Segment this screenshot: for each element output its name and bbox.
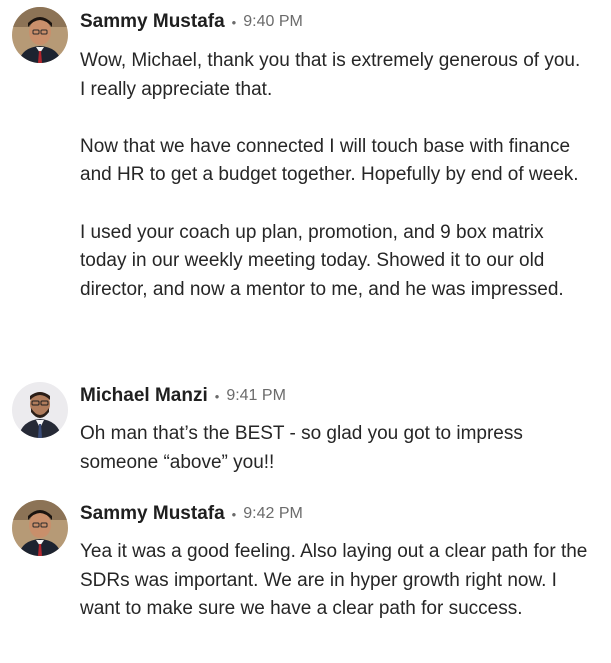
avatar[interactable] [12, 500, 68, 556]
profile-photo-icon [12, 500, 68, 556]
sender-name[interactable]: Michael Manzi [80, 385, 208, 407]
message-thread: Sammy Mustafa • 9:40 PM Wow, Michael, th… [0, 0, 611, 663]
message-header: Michael Manzi • 9:41 PM [80, 383, 286, 409]
message-paragraph: I used your coach up plan, promotion, an… [80, 221, 564, 300]
message-header: Sammy Mustafa • 9:40 PM [80, 9, 303, 35]
timestamp: 9:41 PM [226, 387, 286, 404]
separator-dot: • [214, 388, 220, 404]
sender-name[interactable]: Sammy Mustafa [80, 503, 225, 525]
sender-name[interactable]: Sammy Mustafa [80, 11, 225, 33]
message-header: Sammy Mustafa • 9:42 PM [80, 501, 303, 527]
message-body: Yea it was a good feeling. Also laying o… [80, 538, 590, 624]
separator-dot: • [231, 506, 237, 522]
message-paragraph: Oh man that’s the BEST - so glad you got… [80, 423, 523, 473]
profile-photo-icon [12, 7, 68, 63]
separator-dot: • [231, 14, 237, 30]
message-body: Wow, Michael, thank you that is extremel… [80, 47, 590, 304]
message-body: Oh man that’s the BEST - so glad you got… [80, 420, 590, 477]
timestamp: 9:42 PM [243, 505, 303, 522]
profile-photo-icon [12, 382, 68, 438]
timestamp: 9:40 PM [243, 13, 303, 30]
avatar[interactable] [12, 7, 68, 63]
message-paragraph: Now that we have connected I will touch … [80, 135, 579, 186]
avatar[interactable] [12, 382, 68, 438]
message-paragraph: Yea it was a good feeling. Also laying o… [80, 541, 588, 620]
message-paragraph: Wow, Michael, thank you that is extremel… [80, 50, 581, 100]
